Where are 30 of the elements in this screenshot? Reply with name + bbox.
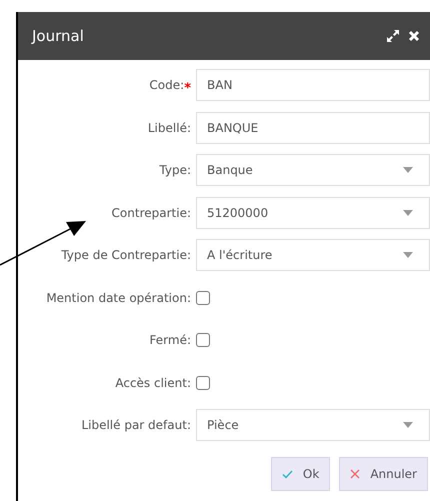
expand-icon[interactable] — [386, 29, 400, 43]
field-label: Code: — [149, 77, 184, 94]
checkbox[interactable] — [196, 333, 210, 347]
cancel-button[interactable]: Annuler — [339, 457, 428, 491]
caret-icon — [403, 210, 413, 216]
caret-icon — [403, 167, 413, 173]
field-label: Libellé par defaut: — [81, 417, 191, 434]
close-icon — [350, 469, 360, 479]
field-label: Accès client: — [115, 374, 191, 392]
check-icon — [282, 470, 293, 478]
caret-icon — [403, 252, 413, 258]
checkbox[interactable] — [196, 376, 210, 390]
required-mark: * — [184, 82, 191, 94]
dropdown[interactable]: Banque — [196, 154, 430, 186]
field-label: Libellé: — [148, 120, 191, 136]
dropdown[interactable]: A l'écriture — [196, 239, 430, 271]
checkbox[interactable] — [196, 290, 210, 304]
field-label: Type: — [159, 162, 191, 179]
dropdown[interactable]: Pièce — [196, 409, 430, 441]
text-field[interactable]: BANQUE — [196, 112, 430, 144]
field-label: Mention date opération: — [46, 290, 191, 306]
close-icon[interactable] — [408, 30, 420, 42]
field-label: Contrepartie: — [112, 204, 191, 222]
dropdown[interactable]: 51200000 — [196, 196, 430, 228]
text-field[interactable]: BAN — [196, 69, 430, 101]
caret-icon — [403, 422, 413, 428]
window-title: Journal — [32, 26, 84, 47]
field-label: Fermé: — [150, 332, 191, 349]
field-label: Type de Contrepartie: — [61, 247, 191, 264]
ok-button[interactable]: Ok — [270, 457, 330, 491]
